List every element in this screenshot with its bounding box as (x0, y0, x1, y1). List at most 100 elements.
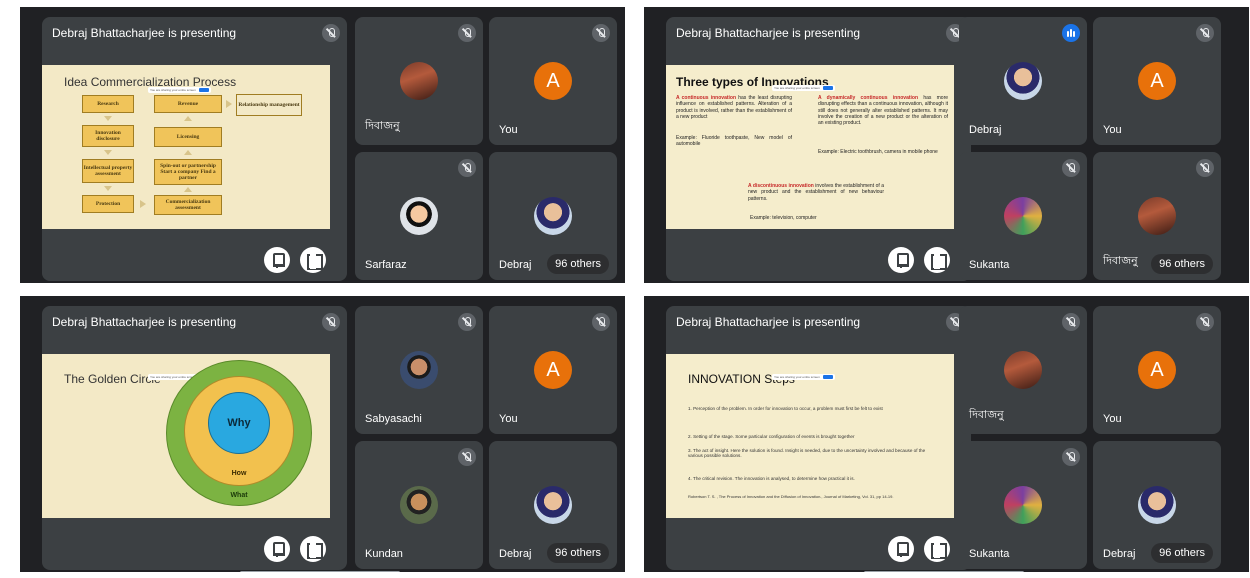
screen-share-chip: You are sharing your entire screen (772, 374, 835, 380)
box-licensing: Licensing (154, 127, 222, 147)
participant-name: Kundan (365, 548, 403, 560)
mic-off-icon (1062, 159, 1080, 177)
participant-tile-you[interactable]: A You (1093, 306, 1221, 434)
presenting-label: Debraj Bhattacharjee is presenting (52, 315, 237, 329)
box-spin-out: Spin-out or partnership Start a company … (154, 159, 222, 185)
presentation-tile[interactable]: Debraj Bhattacharjee is presenting The G… (42, 306, 347, 570)
step-item: 1. Perception of the problem. In order f… (688, 406, 883, 411)
box-commercialization: Commercialization assessment (154, 195, 222, 215)
slide-three-types: Three types of Innovations You are shari… (666, 65, 954, 229)
participant-tile-you[interactable]: A You (489, 306, 617, 434)
participant-tile-you[interactable]: A You (1093, 17, 1221, 145)
presentation-tile[interactable]: Debraj Bhattacharjee is presenting Three… (666, 17, 971, 281)
others-count-badge[interactable]: 96 others (547, 543, 609, 563)
avatar (1138, 197, 1176, 235)
slide-title: The Golden Circle (64, 372, 161, 386)
participant-name: Debraj (1103, 548, 1136, 560)
participant-tile-debraj[interactable]: Debraj 96 others (489, 152, 617, 280)
meet-window-2: Debraj Bhattacharjee is presenting Three… (644, 7, 1249, 283)
participant-name: Debraj (969, 124, 1002, 136)
avatar: A (1138, 62, 1176, 100)
circle-why: Why (208, 392, 270, 454)
label-how: How (231, 470, 247, 477)
slide-innovation-steps: INNOVATION Steps You are sharing your en… (666, 354, 954, 518)
pin-button[interactable] (264, 536, 290, 562)
slide-reference: Robertson T. S. , The Process of Innovat… (688, 494, 894, 499)
dynamic-text: A dynamically continuous innovation has … (818, 95, 949, 126)
participant-tile-bengali[interactable]: দিবাজনু (959, 306, 1087, 434)
avatar (1004, 62, 1042, 100)
avatar (1004, 486, 1042, 524)
arrow-icon (184, 150, 192, 155)
avatar (400, 486, 438, 524)
participant-name: Sarfaraz (365, 259, 407, 271)
participant-name: You (1103, 413, 1122, 425)
others-count-badge[interactable]: 96 others (1151, 543, 1213, 563)
participant-name: Debraj (499, 548, 532, 560)
mic-off-icon (1062, 448, 1080, 466)
presentation-tile[interactable]: Debraj Bhattacharjee is presenting INNOV… (666, 306, 971, 570)
dynamic-example: Example: Electric toothbrush, camera in … (818, 149, 938, 155)
others-count-badge[interactable]: 96 others (1151, 254, 1213, 274)
participant-name: You (499, 413, 518, 425)
arrow-icon (140, 200, 146, 208)
fullscreen-button[interactable] (924, 247, 950, 273)
label-what: What (230, 492, 248, 499)
meet-window-4: Debraj Bhattacharjee is presenting INNOV… (644, 296, 1249, 572)
participant-name: দিবাজনু (969, 409, 1004, 421)
slide-golden-circle: The Golden Circle You are sharing your e… (42, 354, 330, 518)
participant-tile-sukanta[interactable]: Sukanta (959, 152, 1087, 280)
pin-button[interactable] (888, 536, 914, 562)
avatar (534, 486, 572, 524)
scroll-indicator[interactable] (240, 571, 400, 572)
participant-tile-sarfaraz[interactable]: Sarfaraz (355, 152, 483, 280)
avatar (1004, 351, 1042, 389)
participant-tile-debraj[interactable]: Debraj 96 others (489, 441, 617, 569)
arrow-icon (226, 100, 232, 108)
participant-name: দিবাজনু (365, 120, 400, 132)
box-innovation-disclosure: Innovation disclosure (82, 125, 134, 147)
meet-screenshot-collage: Debraj Bhattacharjee is presenting Idea … (0, 0, 1250, 578)
participant-name: Sabyasachi (365, 413, 422, 425)
arrow-icon (104, 186, 112, 191)
pin-button[interactable] (888, 247, 914, 273)
participant-tile-debraj[interactable]: Debraj 96 others (1093, 441, 1221, 569)
avatar: A (534, 62, 572, 100)
participant-tile-bengali[interactable]: দিবাজনু (355, 17, 483, 145)
avatar: A (534, 351, 572, 389)
mic-off-icon (322, 313, 340, 331)
continuous-text: A continuous innovation has the least di… (676, 95, 793, 120)
presenting-label: Debraj Bhattacharjee is presenting (676, 26, 861, 40)
step-item: 2. Setting of the stage. Some particular… (688, 434, 855, 439)
slide-idea-commercialization: Idea Commercialization Process You are s… (42, 65, 330, 229)
fullscreen-button[interactable] (300, 247, 326, 273)
box-protection: Protection (82, 195, 134, 213)
participant-tile-kundan[interactable]: Kundan (355, 441, 483, 569)
pin-button[interactable] (264, 247, 290, 273)
mic-off-icon (1062, 313, 1080, 331)
speaking-indicator-icon (1062, 24, 1080, 42)
participant-tile-sabyasachi[interactable]: Sabyasachi (355, 306, 483, 434)
avatar (400, 351, 438, 389)
arrow-icon (104, 150, 112, 155)
participant-tile-bengali[interactable]: দিবাজনু 96 others (1093, 152, 1221, 280)
fullscreen-button[interactable] (924, 536, 950, 562)
avatar (400, 62, 438, 100)
label-why: Why (227, 417, 251, 429)
participant-name: You (499, 124, 518, 136)
participant-tile-debraj[interactable]: Debraj (959, 17, 1087, 145)
fullscreen-button[interactable] (300, 536, 326, 562)
arrow-icon (104, 116, 112, 121)
others-count-badge[interactable]: 96 others (547, 254, 609, 274)
box-ip-assessment: Intellectual property assessment (82, 159, 134, 183)
scroll-indicator[interactable] (864, 571, 1024, 572)
arrow-icon (184, 116, 192, 121)
discontinuous-text: A discontinuous innovation involves the … (748, 183, 884, 202)
box-relationship: Relationship management (236, 94, 302, 116)
participant-tile-sukanta[interactable]: Sukanta (959, 441, 1087, 569)
screen-share-chip: You are sharing your entire screen (148, 87, 211, 93)
presentation-tile[interactable]: Debraj Bhattacharjee is presenting Idea … (42, 17, 347, 281)
meet-window-3: Debraj Bhattacharjee is presenting The G… (20, 296, 625, 572)
participant-tile-you[interactable]: A You (489, 17, 617, 145)
participant-name: Debraj (499, 259, 532, 271)
